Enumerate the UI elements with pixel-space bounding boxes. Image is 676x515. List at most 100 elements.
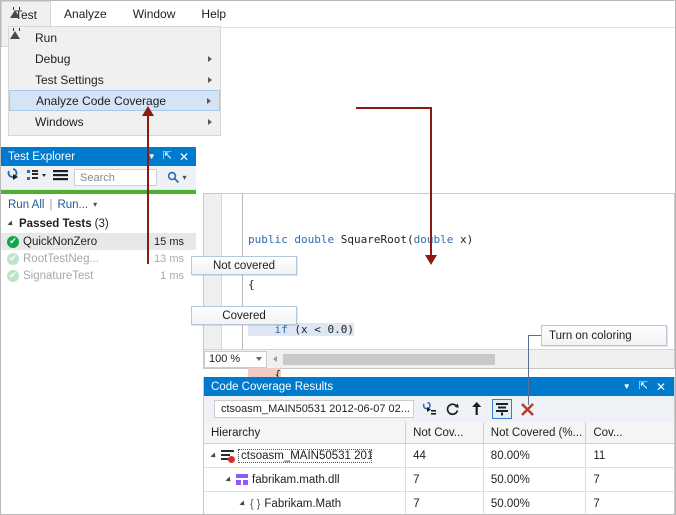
test-item-name: RootTestNeg... — [23, 253, 99, 265]
cell-not-covered-pct: 80.00% — [484, 444, 587, 467]
menu-bar-item-test[interactable]: Test — [1, 1, 51, 28]
merge-results-icon[interactable] — [420, 400, 438, 418]
annotation-arrow-shaft — [356, 107, 432, 109]
editor-status-bar: 100 % — [204, 349, 674, 368]
cell-not-covered-pct: 50.00% — [484, 468, 587, 491]
pin-icon[interactable]: ⇱ — [639, 381, 648, 392]
column-header-covered[interactable]: Cov... — [586, 422, 674, 443]
group-by-icon[interactable] — [27, 169, 47, 187]
chevron-down-icon[interactable]: ▼ — [623, 383, 631, 391]
chevron-right-icon — [208, 77, 212, 83]
zoom-level-combo[interactable]: 100 % — [204, 351, 267, 368]
close-icon[interactable]: ✕ — [656, 381, 666, 393]
chevron-down-icon: ▾ — [182, 174, 186, 182]
run-tests-icon[interactable] — [6, 168, 21, 187]
test-group-passed-tests[interactable]: Passed Tests (3) — [1, 215, 196, 233]
cell-hierarchy: fabrikam.math.dll — [204, 468, 406, 491]
test-item-duration: 13 ms — [154, 253, 184, 265]
expander-triangle-icon[interactable] — [210, 452, 217, 459]
menu-bar-item-label: Help — [201, 7, 226, 21]
zoom-level-value: 100 % — [209, 353, 240, 365]
code-line: public double SquareRoot(double x) — [248, 232, 672, 247]
coverage-run-combo[interactable]: ctsoasm_MAIN50531 2012-06-07 02... — [214, 400, 414, 418]
table-row[interactable]: { } Fabrikam.Math 7 50.00% 7 — [204, 492, 674, 515]
menu-item-label: Debug — [35, 52, 70, 66]
refresh-icon[interactable] — [444, 400, 462, 418]
delete-icon[interactable] — [518, 400, 536, 418]
expander-triangle-icon[interactable] — [225, 476, 232, 483]
scrollbar-thumb[interactable] — [283, 354, 495, 365]
menu-item-test-settings[interactable]: Test Settings — [9, 69, 220, 90]
expander-triangle-icon[interactable] — [239, 500, 246, 507]
show-code-coloring-icon[interactable] — [492, 399, 512, 419]
callout-turn-on-coloring: Turn on coloring — [541, 325, 667, 346]
cell-covered: 7 — [586, 468, 674, 491]
close-icon[interactable]: ✕ — [179, 151, 189, 163]
callout-leader-line — [528, 335, 542, 336]
menu-item-debug[interactable]: Debug — [9, 48, 220, 69]
test-menu-dropdown: Run Debug Test Settings Analyze Code Cov… — [8, 26, 221, 136]
test-item-signaturetest[interactable]: ✔ SignatureTest 1 ms — [1, 267, 196, 284]
column-header-hierarchy[interactable]: Hierarchy — [204, 422, 406, 443]
test-item-duration: 15 ms — [154, 236, 184, 248]
annotation-arrow-shaft — [430, 107, 432, 257]
cell-hierarchy: { } Fabrikam.Math — [204, 492, 406, 515]
menu-bar-item-help[interactable]: Help — [188, 1, 239, 27]
menu-item-analyze-code-coverage[interactable]: Analyze Code Coverage — [9, 90, 220, 111]
menu-bar-item-analyze[interactable]: Analyze — [51, 1, 120, 27]
code-coverage-results-panel: Code Coverage Results ▼ ⇱ ✕ ctsoasm_MAIN… — [203, 377, 675, 514]
test-group-count: (3) — [95, 218, 109, 230]
table-row[interactable]: fabrikam.math.dll 7 50.00% 7 — [204, 468, 674, 492]
namespace-icon: { } — [250, 498, 260, 510]
panel-title: Test Explorer — [8, 151, 75, 163]
column-header-not-covered[interactable]: Not Cov... — [406, 422, 484, 443]
cell-not-covered: 44 — [406, 444, 484, 467]
panel-title: Code Coverage Results — [211, 381, 333, 393]
expander-triangle-icon — [7, 220, 14, 227]
code-coverage-title-bar: Code Coverage Results ▼ ⇱ ✕ — [204, 377, 674, 396]
chevron-down-icon[interactable]: ▾ — [93, 201, 97, 209]
scroll-left-icon[interactable] — [273, 356, 277, 362]
test-explorer-panel: Test Explorer ▼ ⇱ ✕ Search ▾ — [1, 147, 196, 307]
test-item-roottestneg[interactable]: ✔ RootTestNeg... 13 ms — [1, 250, 196, 267]
cell-not-covered: 7 — [406, 492, 484, 515]
test-group-label: Passed Tests — [19, 218, 92, 230]
menu-item-label: Test Settings — [35, 73, 104, 87]
search-button[interactable]: ▾ — [163, 171, 191, 184]
cell-covered: 7 — [586, 492, 674, 515]
pin-icon[interactable]: ⇱ — [163, 151, 172, 162]
menu-bar-item-window[interactable]: Window — [120, 1, 189, 27]
run-dropdown-link[interactable]: Run... — [57, 199, 88, 211]
test-item-quicknonzero[interactable]: ✔ QuickNonZero 15 ms — [1, 233, 196, 250]
chevron-right-icon — [208, 56, 212, 62]
search-input[interactable]: Search — [74, 169, 157, 186]
chevron-down-icon — [256, 357, 262, 361]
row-name: fabrikam.math.dll — [252, 474, 340, 486]
coverage-results-icon — [221, 450, 234, 461]
test-explorer-run-bar: Run All | Run... ▾ — [1, 194, 196, 215]
list-icon[interactable] — [53, 169, 68, 187]
coverage-grid-header: Hierarchy Not Cov... Not Covered (%... C… — [204, 422, 674, 444]
coverage-grid: Hierarchy Not Cov... Not Covered (%... C… — [204, 422, 674, 515]
annotation-arrow-shaft — [147, 114, 149, 264]
menu-item-label: Run — [35, 31, 57, 45]
callout-covered: Covered — [191, 306, 297, 325]
export-results-icon[interactable] — [468, 400, 486, 418]
annotation-arrow-head — [142, 106, 154, 116]
menu-item-windows[interactable]: Windows — [9, 111, 220, 132]
test-passed-icon: ✔ — [7, 236, 19, 248]
test-item-name: QuickNonZero — [23, 236, 97, 248]
table-row[interactable]: ctsoasm_MAIN50531 201... 44 80.00% 11 — [204, 444, 674, 468]
menu-bar-item-label: Window — [133, 7, 176, 21]
horizontal-scrollbar[interactable] — [271, 352, 674, 367]
assembly-icon — [236, 474, 248, 485]
code-line: { — [248, 277, 672, 292]
visual-studio-screenshot: Test Analyze Window Help Run Debug Test … — [0, 0, 676, 515]
cell-not-covered-pct: 50.00% — [484, 492, 587, 515]
cell-not-covered: 7 — [406, 468, 484, 491]
column-header-not-covered-pct[interactable]: Not Covered (%... — [484, 422, 587, 443]
chevron-right-icon — [208, 119, 212, 125]
test-explorer-title-bar: Test Explorer ▼ ⇱ ✕ — [1, 147, 196, 166]
run-all-link[interactable]: Run All — [8, 199, 44, 211]
menu-item-run[interactable]: Run — [9, 27, 220, 48]
